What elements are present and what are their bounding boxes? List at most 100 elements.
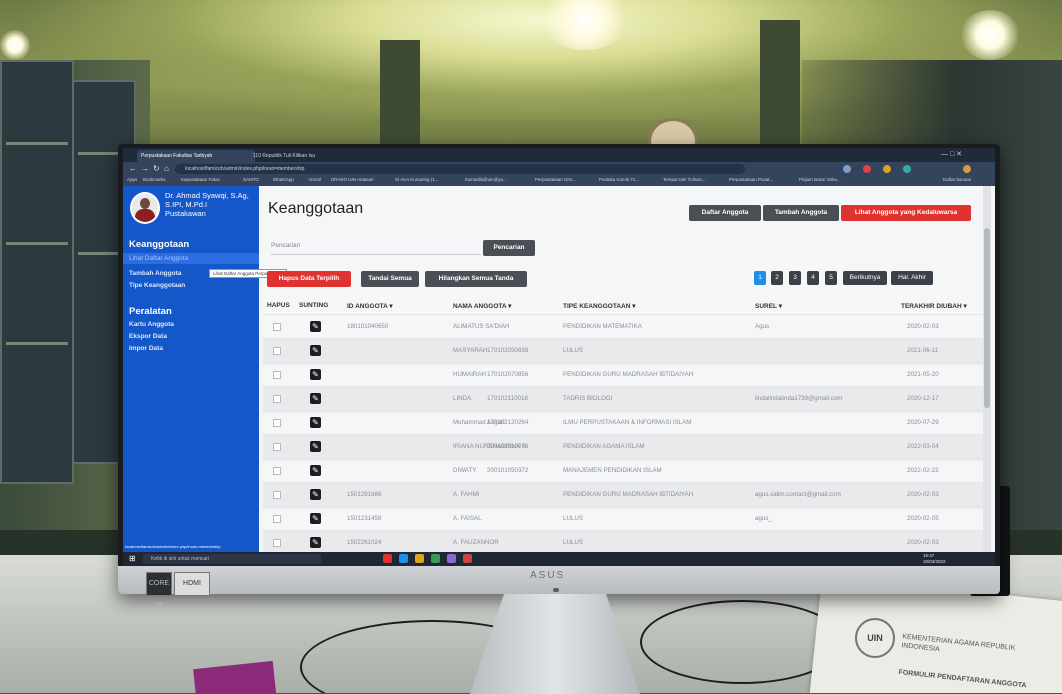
sidebar-item-export[interactable]: Ekspor Data (129, 333, 167, 340)
window-controls[interactable]: — □ ✕ (941, 150, 962, 158)
user-name-text: Dr. Ahmad Syawqi, S.Ag, S.IPI, M.Pd.I (165, 191, 249, 209)
extension-icon[interactable] (863, 165, 871, 173)
bookmark-item[interactable]: Pustaka Komik 71... (599, 177, 639, 182)
edit-icon[interactable]: ✎ (310, 393, 321, 404)
ceiling-light (0, 30, 30, 60)
col-member-name[interactable]: NAMA ANGGOTA ▾ (453, 302, 511, 310)
col-last-updated[interactable]: TERAKHIR DIUBAH ▾ (901, 302, 967, 310)
member-id: 1501231458 (347, 515, 382, 522)
edit-icon[interactable]: ✎ (310, 345, 321, 356)
member-list-button[interactable]: Daftar Anggota (689, 205, 761, 221)
mark-all-button[interactable]: Tandai Semua (361, 271, 419, 287)
taskbar-clock[interactable]: 15:47 10/03/2022 (923, 553, 946, 565)
sidebar-item-member-list[interactable]: Lihat Daftar Anggota (123, 253, 259, 264)
member-type: MANAJEMEN PENDIDIKAN ISLAM (563, 467, 662, 474)
taskbar-app-icon[interactable] (399, 554, 408, 563)
last-page-button[interactable]: Hal. Akhir (891, 271, 933, 285)
taskbar-app-icon[interactable] (415, 554, 424, 563)
bookmark-item[interactable]: Apps (127, 177, 137, 182)
row-checkbox[interactable] (273, 515, 281, 523)
row-checkbox[interactable] (273, 467, 281, 475)
browser-tab[interactable]: Perpustakaan Fakultas Tarbiyah (137, 150, 255, 162)
last-updated: 2020-02-03 (907, 491, 939, 498)
member-type: PENDIDIKAN GURU MADRASAH IBTIDAIYAH (563, 371, 694, 378)
profile-icon[interactable] (963, 165, 971, 173)
sidebar-item-add-member[interactable]: Tambah Anggota (129, 270, 181, 277)
delete-selected-button[interactable]: Hapus Data Terpilih (267, 271, 351, 287)
row-checkbox[interactable] (273, 395, 281, 403)
scroll-thumb[interactable] (984, 228, 990, 408)
member-email: agus_ (755, 515, 772, 522)
col-member-type[interactable]: TIPE KEANGGOTAAN ▾ (563, 302, 635, 310)
row-checkbox[interactable] (273, 323, 281, 331)
row-checkbox[interactable] (273, 419, 281, 427)
taskbar-app-icon[interactable] (383, 554, 392, 563)
edit-icon[interactable]: ✎ (310, 417, 321, 428)
add-member-button[interactable]: Tambah Anggota (763, 205, 839, 221)
col-email[interactable]: SUREL ▾ (755, 302, 782, 310)
search-button[interactable]: Pencarian (483, 240, 535, 256)
bookmark-item[interactable]: humaslib@uin@ya... (465, 177, 507, 182)
edit-icon[interactable]: ✎ (310, 369, 321, 380)
edit-icon[interactable]: ✎ (310, 513, 321, 524)
edit-icon[interactable]: ✎ (310, 321, 321, 332)
extension-icon[interactable] (903, 165, 911, 173)
last-updated: 2022-03-04 (907, 443, 939, 450)
avatar[interactable] (130, 192, 160, 224)
page-5-button[interactable]: 5 (825, 271, 837, 285)
page-4-button[interactable]: 4 (807, 271, 819, 285)
row-checkbox[interactable] (273, 539, 281, 547)
edit-icon[interactable]: ✎ (310, 441, 321, 452)
table-row[interactable] (263, 386, 983, 413)
url-field[interactable]: localhost/famicoh/admin/index.php/inout=… (175, 164, 745, 174)
page-1-button[interactable]: 1 (754, 271, 766, 285)
row-checkbox[interactable] (273, 347, 281, 355)
row-checkbox[interactable] (273, 443, 281, 451)
bookmark-item[interactable]: Bookmarks (143, 177, 166, 182)
edit-icon[interactable]: ✎ (310, 465, 321, 476)
row-checkbox[interactable] (273, 371, 281, 379)
home-icon[interactable]: ⌂ (164, 164, 169, 173)
bookmark-item[interactable]: Kepustakaan Fakul (181, 177, 220, 182)
bookmark-item[interactable]: Daftar bacaan (943, 177, 971, 182)
expired-members-button[interactable]: Lihat Anggota yang Kedaluwarsa (841, 205, 971, 221)
table-row[interactable] (263, 338, 983, 365)
extension-icon[interactable] (843, 165, 851, 173)
bookmark-item[interactable]: SAMTO (243, 177, 259, 182)
bookmark-item[interactable]: Perpustakaan Pusat... (729, 177, 773, 182)
next-page-button[interactable]: Berikutnya (843, 271, 887, 285)
last-updated: 2020-02-03 (907, 539, 939, 546)
bookmark-item[interactable]: Perpustakaan UIN... (535, 177, 576, 182)
page-3-button[interactable]: 3 (789, 271, 801, 285)
bookmark-item[interactable]: WhatsApp (273, 177, 294, 182)
taskbar-app-icon[interactable] (463, 554, 472, 563)
member-name: MASYARAH (453, 347, 488, 354)
member-type: ILMU PERPUSTAKAAN & INFORMASI ISLAM (563, 419, 692, 426)
sidebar-item-member-type[interactable]: Tipe Keanggotaan (129, 282, 185, 289)
bookmark-item[interactable]: SI AKA Kumaring (1... (395, 177, 439, 182)
back-icon[interactable]: ← (129, 164, 137, 173)
taskbar-search[interactable]: Ketik di sini untuk mencari (143, 554, 321, 564)
taskbar-app-icon[interactable] (447, 554, 456, 563)
col-member-id[interactable]: ID ANGGOTA ▾ (347, 302, 393, 310)
bookmark-item[interactable]: Tempat Ide! Tulisan... (663, 177, 706, 182)
bookmark-item[interactable]: Gmail (309, 177, 321, 182)
reload-icon[interactable]: ↻ (153, 164, 160, 173)
row-checkbox[interactable] (273, 491, 281, 499)
sidebar-item-import[interactable]: Impor Data (129, 345, 163, 352)
unmark-all-button[interactable]: Hilangkan Semua Tanda (425, 271, 527, 287)
bookmark-item[interactable]: Pinjam Buku/ Sirku... (799, 177, 841, 182)
sidebar-item-member-card[interactable]: Kartu Anggota (129, 321, 174, 328)
bookmark-item[interactable]: DRAKO UIN Antasari (331, 177, 374, 182)
browser-tab[interactable]: 110 Republik Tuli Kilikan Isu (249, 150, 357, 162)
taskbar-app-icon[interactable] (431, 554, 440, 563)
edit-icon[interactable]: ✎ (310, 537, 321, 548)
extension-icon[interactable] (883, 165, 891, 173)
forward-icon[interactable]: → (141, 164, 149, 173)
page-2-button[interactable]: 2 (771, 271, 783, 285)
search-input[interactable] (271, 240, 485, 254)
windows-start-icon[interactable]: ⊞ (129, 554, 136, 563)
last-updated: 2020-02-03 (907, 323, 939, 330)
edit-icon[interactable]: ✎ (310, 489, 321, 500)
member-id: 1502261024 (347, 539, 382, 546)
